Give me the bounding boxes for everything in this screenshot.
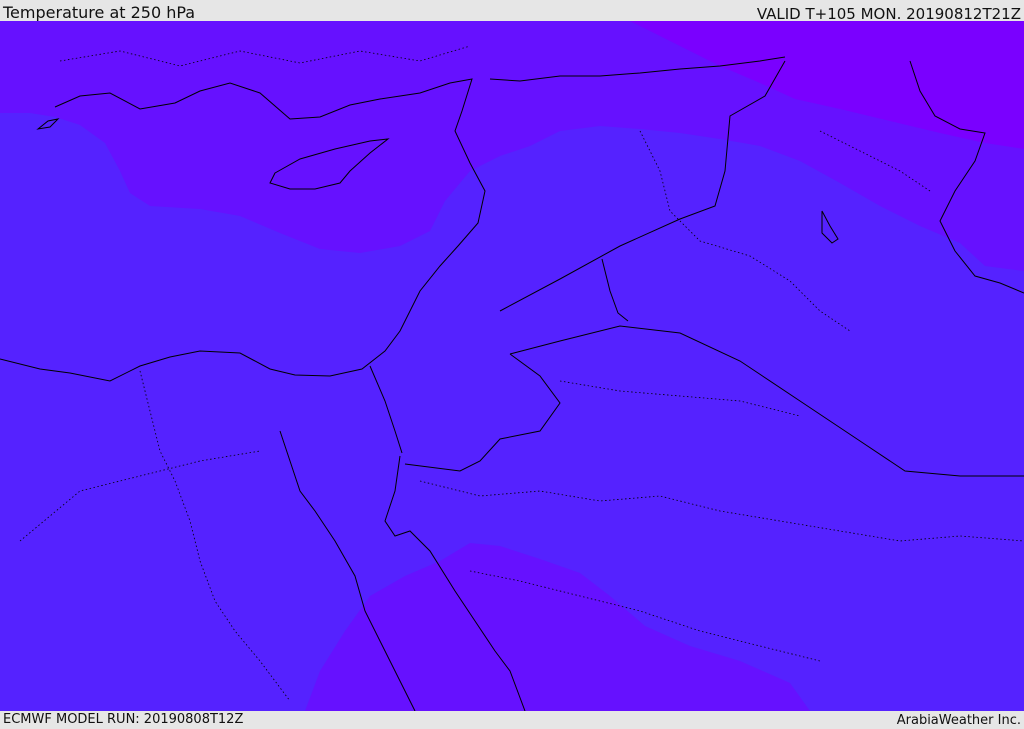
- map-area: [0, 21, 1024, 711]
- map-figure: Temperature at 250 hPa VALID T+105 MON. …: [0, 0, 1024, 729]
- map-title: Temperature at 250 hPa: [3, 3, 196, 22]
- header-bar: Temperature at 250 hPa VALID T+105 MON. …: [0, 0, 1024, 23]
- footer-bar: ECMWF MODEL RUN: 20190808T12Z ArabiaWeat…: [0, 711, 1024, 729]
- model-run-label: ECMWF MODEL RUN: 20190808T12Z: [3, 712, 244, 727]
- credit-label: ArabiaWeather Inc.: [896, 713, 1021, 728]
- map-svg: [0, 21, 1024, 711]
